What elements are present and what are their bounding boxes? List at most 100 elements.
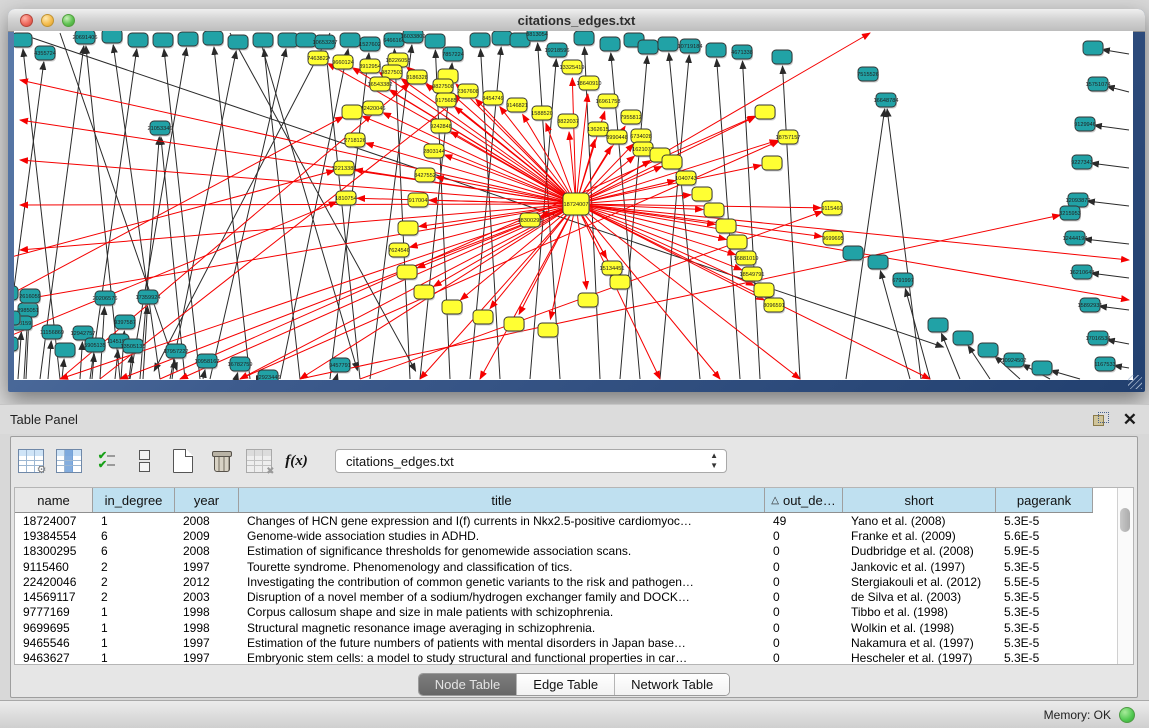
graph-node[interactable]: 21053346 (148, 121, 173, 137)
graph-node[interactable] (253, 33, 274, 49)
graph-node[interactable]: 1040743 (675, 171, 697, 187)
graph-node[interactable] (55, 343, 76, 359)
table-row[interactable]: 911546021997Tourette syndrome. Phenomeno… (15, 559, 1093, 574)
graph-node[interactable]: 18300295 (518, 213, 543, 229)
graph-node[interactable]: 10719184 (678, 39, 703, 55)
column-header-in-degree[interactable]: in_degree (93, 488, 175, 512)
graph-node[interactable] (843, 246, 864, 262)
graph-node[interactable] (538, 323, 559, 339)
graph-node[interactable]: 17359924 (136, 290, 161, 306)
graph-node[interactable]: 2367608 (457, 84, 479, 100)
graph-node[interactable]: 9227343 (1071, 155, 1093, 171)
graph-node[interactable]: 9397587 (114, 315, 136, 331)
graph-node[interactable] (578, 293, 599, 309)
graph-node[interactable]: 1588520 (531, 106, 553, 122)
table-row[interactable]: 1872400712008Changes of HCN gene express… (15, 513, 1093, 528)
graph-node[interactable] (716, 219, 737, 235)
graph-node[interactable]: 16210643 (1070, 265, 1095, 281)
graph-node[interactable]: 1167533 (1094, 357, 1116, 373)
graph-node[interactable]: 12213383 (332, 161, 357, 177)
table-selector-dropdown[interactable]: citations_edges.txt ▲▼ (335, 449, 727, 473)
graph-node[interactable] (1083, 41, 1104, 57)
graph-node[interactable] (662, 155, 683, 171)
graph-node[interactable]: 5905135 (84, 338, 106, 354)
graph-node[interactable] (754, 283, 775, 299)
graph-node[interactable]: 20206576 (93, 291, 118, 307)
graph-node[interactable]: 13505135 (121, 339, 146, 355)
graph-node[interactable] (574, 31, 595, 47)
graph-node[interactable] (978, 343, 999, 359)
graph-node[interactable]: 9175685 (435, 93, 457, 109)
graph-node[interactable]: 8813054 (526, 31, 548, 43)
citation-network-graph[interactable]: 4355724206914061065328715276026466160160… (14, 31, 1133, 380)
network-canvas[interactable]: 4355724206914061065328715276026466160160… (14, 31, 1133, 380)
graph-node[interactable] (340, 33, 361, 49)
graph-node[interactable] (473, 310, 494, 326)
graph-node[interactable]: 10653287 (313, 35, 338, 51)
table-row[interactable]: 969969511998Structural magnetic resonanc… (15, 620, 1093, 635)
graph-node[interactable] (397, 265, 418, 281)
graph-node[interactable]: 4355724 (34, 46, 56, 62)
table-row[interactable]: 2242004622012Investigating the contribut… (15, 574, 1093, 589)
graph-node[interactable] (600, 37, 621, 53)
tab-network-table[interactable]: Network Table (615, 674, 729, 695)
graph-node[interactable] (692, 187, 713, 203)
graph-node[interactable] (442, 300, 463, 316)
graph-node[interactable] (14, 311, 21, 327)
graph-node[interactable] (504, 317, 525, 333)
graph-node[interactable]: 15892931 (1078, 298, 1103, 314)
table-row[interactable]: 946554611997Estimation of the future num… (15, 635, 1093, 650)
tab-edge-table[interactable]: Edge Table (517, 674, 615, 695)
graph-node[interactable]: 19218596 (545, 43, 570, 59)
select-columns-button[interactable]: ✔✔ (93, 448, 120, 475)
graph-node[interactable]: 9699695 (822, 231, 844, 247)
tab-node-table[interactable]: Node Table (419, 674, 518, 695)
graph-node[interactable]: 917004 (408, 193, 429, 209)
function-builder-button[interactable]: f(x) (283, 448, 310, 475)
graph-node[interactable] (1032, 361, 1053, 377)
graph-node[interactable]: 7463822 (307, 51, 329, 67)
graph-node[interactable] (153, 33, 174, 49)
graph-node[interactable] (727, 235, 748, 251)
show-column-button[interactable] (55, 448, 82, 475)
table-row[interactable]: 946362711997Embryonic stem cells: a mode… (15, 651, 1093, 666)
table-row[interactable]: 1830029562008Estimation of significance … (15, 544, 1093, 559)
graph-node[interactable]: 9827508 (432, 79, 454, 95)
graph-node[interactable] (704, 203, 725, 219)
graph-node[interactable]: 8990448 (606, 130, 628, 146)
graph-node[interactable]: 9129946 (1074, 117, 1096, 133)
graph-node[interactable] (772, 50, 793, 66)
graph-node[interactable]: 13325419 (560, 60, 585, 76)
graph-node[interactable]: 10924502 (1002, 353, 1027, 369)
graph-node[interactable]: 18549791 (740, 267, 765, 283)
table-vertical-scrollbar[interactable] (1117, 488, 1133, 664)
graph-node[interactable]: 18757157 (776, 130, 801, 146)
new-column-button[interactable] (169, 448, 196, 475)
graph-node[interactable]: 22420046 (361, 101, 386, 117)
graph-node[interactable]: 9242848 (430, 119, 452, 135)
graph-node[interactable]: 8454749 (482, 91, 504, 107)
graph-node[interactable]: 8822037 (557, 114, 579, 130)
graph-node[interactable]: 17957222 (164, 344, 189, 360)
graph-node[interactable]: 8186328 (406, 70, 428, 86)
graph-node[interactable]: 9457791 (329, 358, 351, 374)
graph-node[interactable] (610, 275, 631, 291)
graph-node[interactable]: 1810754 (335, 191, 357, 207)
graph-node[interactable]: 7857224 (442, 47, 464, 63)
graph-node[interactable] (953, 331, 974, 347)
graph-node[interactable]: 17016534 (1086, 331, 1111, 347)
graph-node[interactable]: 3912954 (359, 59, 381, 75)
graph-node[interactable]: 15134451 (600, 261, 625, 277)
graph-node[interactable] (128, 33, 149, 49)
graph-node[interactable]: 16543382 (368, 77, 393, 93)
graph-node[interactable]: 1527602 (359, 37, 381, 53)
graph-node[interactable] (658, 37, 679, 53)
graph-node[interactable]: 16881019 (734, 251, 759, 267)
graph-node[interactable]: 8427552 (414, 168, 436, 184)
graph-node[interactable]: 7955812 (620, 110, 642, 126)
graph-node[interactable] (706, 43, 727, 59)
float-panel-icon[interactable] (1093, 412, 1109, 428)
graph-node[interactable] (425, 34, 446, 50)
toggle-rows-button[interactable] (131, 448, 158, 475)
graph-node[interactable]: 7515526 (857, 67, 879, 83)
